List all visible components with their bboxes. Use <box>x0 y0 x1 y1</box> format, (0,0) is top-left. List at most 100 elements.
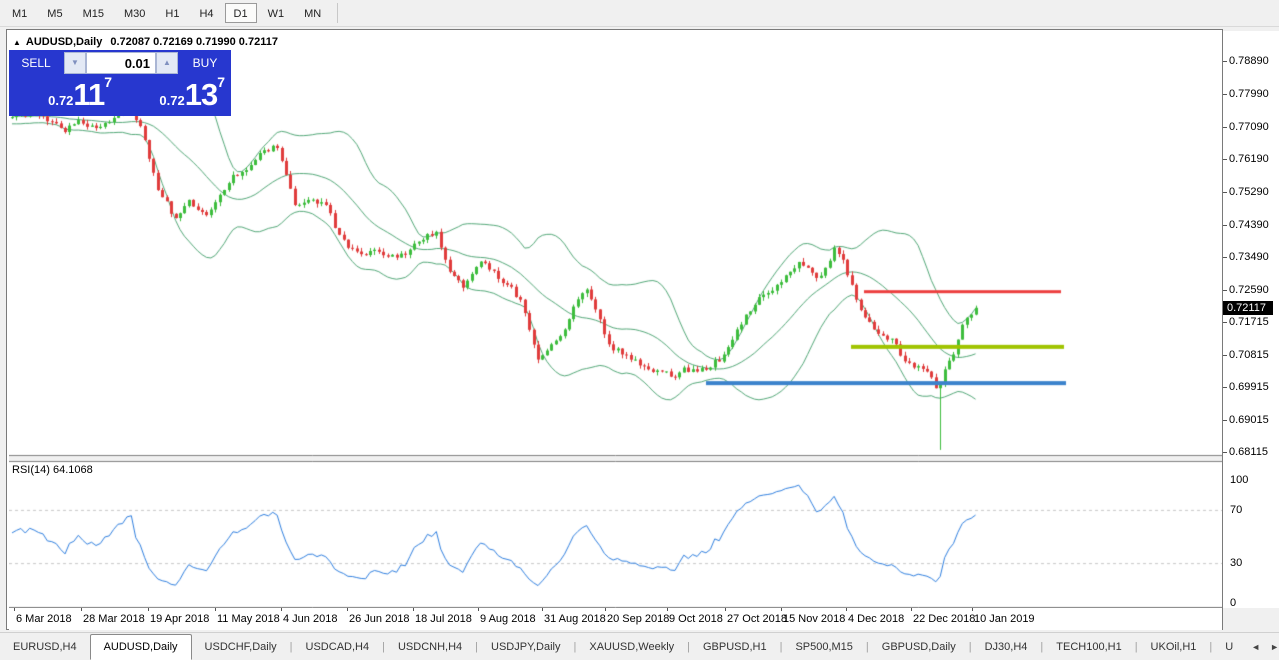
date-axis-label: 31 Aug 2018 <box>544 613 606 625</box>
date-axis-tick <box>281 608 282 611</box>
timeframe-button-m1[interactable]: M1 <box>3 3 36 23</box>
buy-price-tile[interactable]: 0.72137 <box>121 74 231 116</box>
rsi-axis-label: 70 <box>1230 503 1243 516</box>
tab-xauusd-weekly[interactable]: XAUUSD,Weekly <box>576 636 687 660</box>
chart-title: ▲ AUDUSD,Daily 0.72087 0.72169 0.71990 0.7… <box>13 36 278 48</box>
timeframe-button-h4[interactable]: H4 <box>190 3 222 23</box>
price-axis-tick <box>1223 257 1227 259</box>
date-axis-tick <box>478 608 479 611</box>
timeframe-button-d1[interactable]: D1 <box>224 3 257 23</box>
date-axis-tick <box>81 608 82 611</box>
price-axis-label-text: 0.69915 <box>1229 381 1269 394</box>
tab-dj30-h4[interactable]: DJ30,H4 <box>972 636 1041 660</box>
price-axis-label: 0.76190 <box>1223 153 1269 165</box>
buy-price-big: 13 <box>184 77 218 112</box>
tab-tech100-h1[interactable]: TECH100,H1 <box>1043 636 1134 660</box>
date-axis-label: 27 Oct 2018 <box>727 613 787 625</box>
price-axis-tick <box>1223 419 1227 421</box>
tab-eurusd-h4[interactable]: EURUSD,H4 <box>0 636 90 660</box>
price-axis-label-text: 0.68115 <box>1229 446 1268 459</box>
price-axis-label-text: 0.72590 <box>1229 284 1269 297</box>
rsi-axis-label: 0 <box>1230 597 1237 609</box>
tab-usdcad-h4[interactable]: USDCAD,H4 <box>293 636 383 660</box>
tab-scroll-right-button[interactable]: ► <box>1265 636 1279 660</box>
buy-button[interactable]: BUY <box>181 52 229 74</box>
price-axis-label-text: 0.74390 <box>1229 218 1269 231</box>
price-axis-tick <box>1223 61 1227 63</box>
date-axis-tick <box>215 608 216 611</box>
price-axis-tick <box>1223 387 1227 389</box>
price-axis-label-text: 0.69015 <box>1229 413 1269 426</box>
timeframe-button-mn[interactable]: MN <box>295 3 330 23</box>
price-axis: 0.78890 0.77990 0.77090 0.76190 0.75290 0.743… <box>1223 31 1279 609</box>
timeframe-toolbar: M1 M5 M15 M30 H1 H4 D1 W1 MN <box>0 0 1279 27</box>
buy-price-pipette: 7 <box>217 74 225 90</box>
chart-tab-bar: EURUSD,H4 AUDUSD,Daily USDCHF,Daily | USDCAD… <box>0 632 1279 660</box>
chart-window-icon: ▲ <box>13 38 21 47</box>
timeframe-button-m15[interactable]: M15 <box>74 3 113 23</box>
date-axis: 6 Mar 2018 28 Mar 2018 19 Apr 2018 11 May 2… <box>9 608 1222 630</box>
rsi-axis-label: 30 <box>1230 557 1243 570</box>
date-axis-tick <box>413 608 414 611</box>
timeframe-button-w1[interactable]: W1 <box>259 3 294 23</box>
timeframe-button-m5[interactable]: M5 <box>38 3 71 23</box>
tab-u[interactable]: U <box>1212 636 1246 660</box>
tab-sp500-m15[interactable]: SP500,M15 <box>782 636 865 660</box>
volume-input[interactable] <box>86 52 156 74</box>
rsi-value: 64.1068 <box>52 464 93 476</box>
sell-button[interactable]: SELL <box>11 52 61 74</box>
price-axis-tick <box>1223 192 1227 194</box>
date-axis-label: 28 Mar 2018 <box>83 613 145 625</box>
price-axis-label: 0.71715 <box>1223 316 1269 328</box>
date-axis-label: 20 Sep 2018 <box>607 613 670 625</box>
date-axis-label: 6 Mar 2018 <box>16 613 72 625</box>
volume-decrease-button[interactable]: ▼ <box>64 52 86 74</box>
sell-price-prefix: 0.72 <box>48 93 74 108</box>
tab-usdjpy-daily[interactable]: USDJPY,Daily <box>478 636 574 660</box>
date-axis-label: 9 Aug 2018 <box>480 613 536 625</box>
price-axis-tick <box>1223 290 1227 292</box>
price-axis-tick <box>1223 94 1227 96</box>
date-axis-label: 10 Jan 2019 <box>974 613 1035 625</box>
timeframe-button-m30[interactable]: M30 <box>115 3 154 23</box>
sell-price-tile[interactable]: 0.72117 <box>9 74 118 116</box>
tab-usdcnh-h4[interactable]: USDCNH,H4 <box>385 636 475 660</box>
date-axis-tick <box>14 608 15 611</box>
date-axis-label: 18 Jul 2018 <box>415 613 472 625</box>
price-axis-label: 0.77990 <box>1223 88 1269 100</box>
price-axis-label: 0.78890 <box>1223 55 1269 67</box>
tab-ukoil-h1[interactable]: UKOil,H1 <box>1138 636 1210 660</box>
price-axis-tick <box>1223 452 1227 454</box>
price-axis-label-text: 0.75290 <box>1229 186 1269 199</box>
rsi-axis-label: 100 <box>1230 474 1249 486</box>
price-axis-label-text: 0.73490 <box>1229 251 1269 264</box>
tab-gbpusd-daily[interactable]: GBPUSD,Daily <box>869 636 969 660</box>
date-axis-label: 26 Jun 2018 <box>349 613 410 625</box>
price-axis-tick <box>1223 126 1227 128</box>
price-chart-canvas[interactable] <box>9 31 1222 608</box>
price-axis-label: 0.74390 <box>1223 219 1269 231</box>
current-price-tag: 0.72117 <box>1223 300 1273 315</box>
chart-symbol-label: AUDUSD,Daily <box>25 36 103 48</box>
price-axis-label: 0.77090 <box>1223 121 1269 133</box>
date-axis-tick <box>781 608 782 611</box>
tab-audusd-daily[interactable]: AUDUSD,Daily <box>89 634 192 660</box>
tab-scroll-left-button[interactable]: ◄ <box>1246 636 1265 660</box>
tab-usdchf-daily[interactable]: USDCHF,Daily <box>192 636 290 660</box>
date-axis-tick <box>148 608 149 611</box>
price-axis-label-text: 0.78890 <box>1229 55 1269 68</box>
date-axis-tick <box>605 608 606 611</box>
date-axis-label: 4 Dec 2018 <box>848 613 905 625</box>
date-axis-label: 9 Oct 2018 <box>669 613 723 625</box>
date-axis-tick <box>347 608 348 611</box>
price-axis-label: 0.73490 <box>1223 251 1269 263</box>
toolbar-separator <box>337 3 339 23</box>
sell-price-pipette: 7 <box>104 74 112 90</box>
timeframe-button-h1[interactable]: H1 <box>156 3 188 23</box>
tab-gbpusd-h1[interactable]: GBPUSD,H1 <box>690 636 780 660</box>
price-axis-label-text: 0.77090 <box>1229 120 1269 133</box>
price-axis-label-text: 0.71715 <box>1229 315 1269 328</box>
price-axis-label-text: 0.77990 <box>1229 88 1269 101</box>
volume-increase-button[interactable]: ▲ <box>156 52 178 74</box>
price-axis-label: 0.69015 <box>1223 414 1269 426</box>
